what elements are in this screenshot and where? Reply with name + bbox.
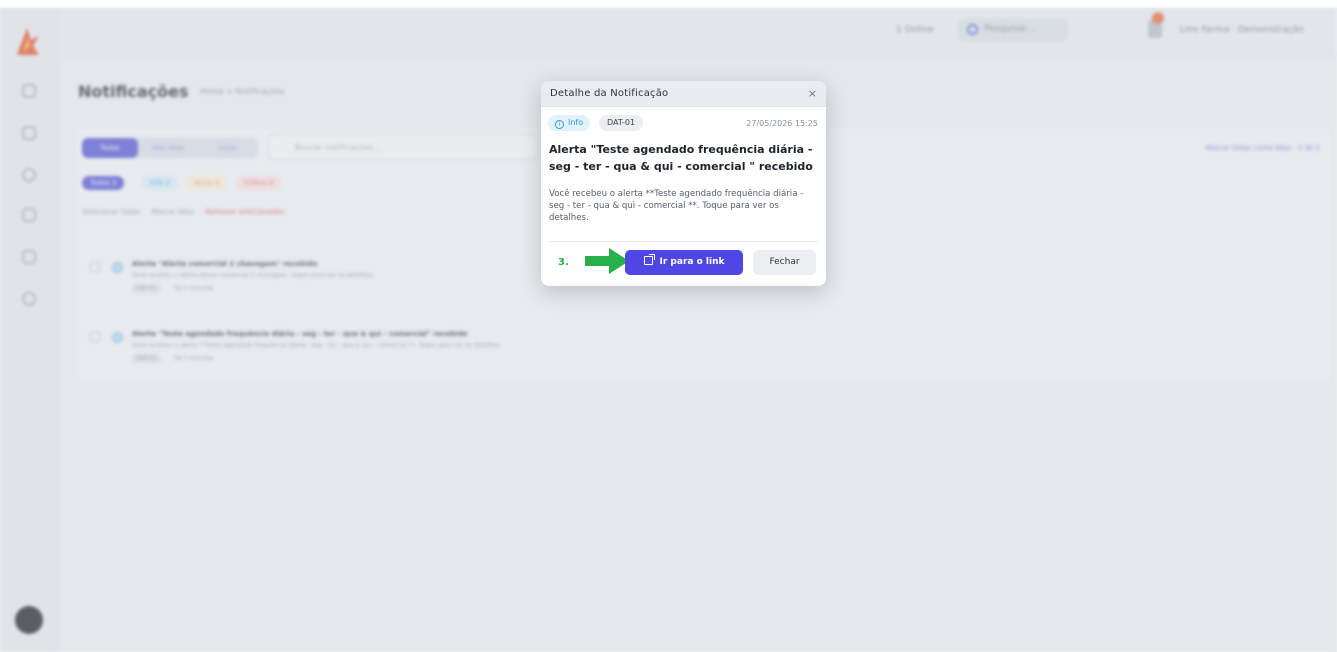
go-to-link-button[interactable]: Ir para o link	[625, 250, 743, 275]
green-arrow-icon	[585, 248, 629, 274]
code-badge: DAT-01	[599, 115, 644, 131]
close-button[interactable]: Fechar	[753, 250, 816, 275]
notification-detail-modal: Detalhe da Notificação × i Info DAT-01 27…	[541, 81, 826, 286]
type-badge-label: Info	[568, 118, 584, 127]
type-badge: i Info	[548, 115, 591, 131]
divider	[549, 241, 818, 242]
notification-date: 27/05/2026 15:25	[746, 119, 818, 128]
modal-header: Detalhe da Notificação ×	[541, 81, 826, 107]
external-link-icon	[643, 254, 655, 265]
go-to-link-label: Ir para o link	[659, 257, 725, 267]
step-label: 3.	[558, 257, 569, 268]
modal-title: Detalhe da Notificação	[550, 88, 669, 99]
info-circle-icon: i	[555, 120, 564, 129]
close-icon[interactable]: ×	[808, 87, 817, 100]
notification-body: Você recebeu o alerta **Teste agendado f…	[549, 189, 804, 223]
notification-heading: Alerta "Teste agendado frequência diária…	[549, 143, 813, 173]
